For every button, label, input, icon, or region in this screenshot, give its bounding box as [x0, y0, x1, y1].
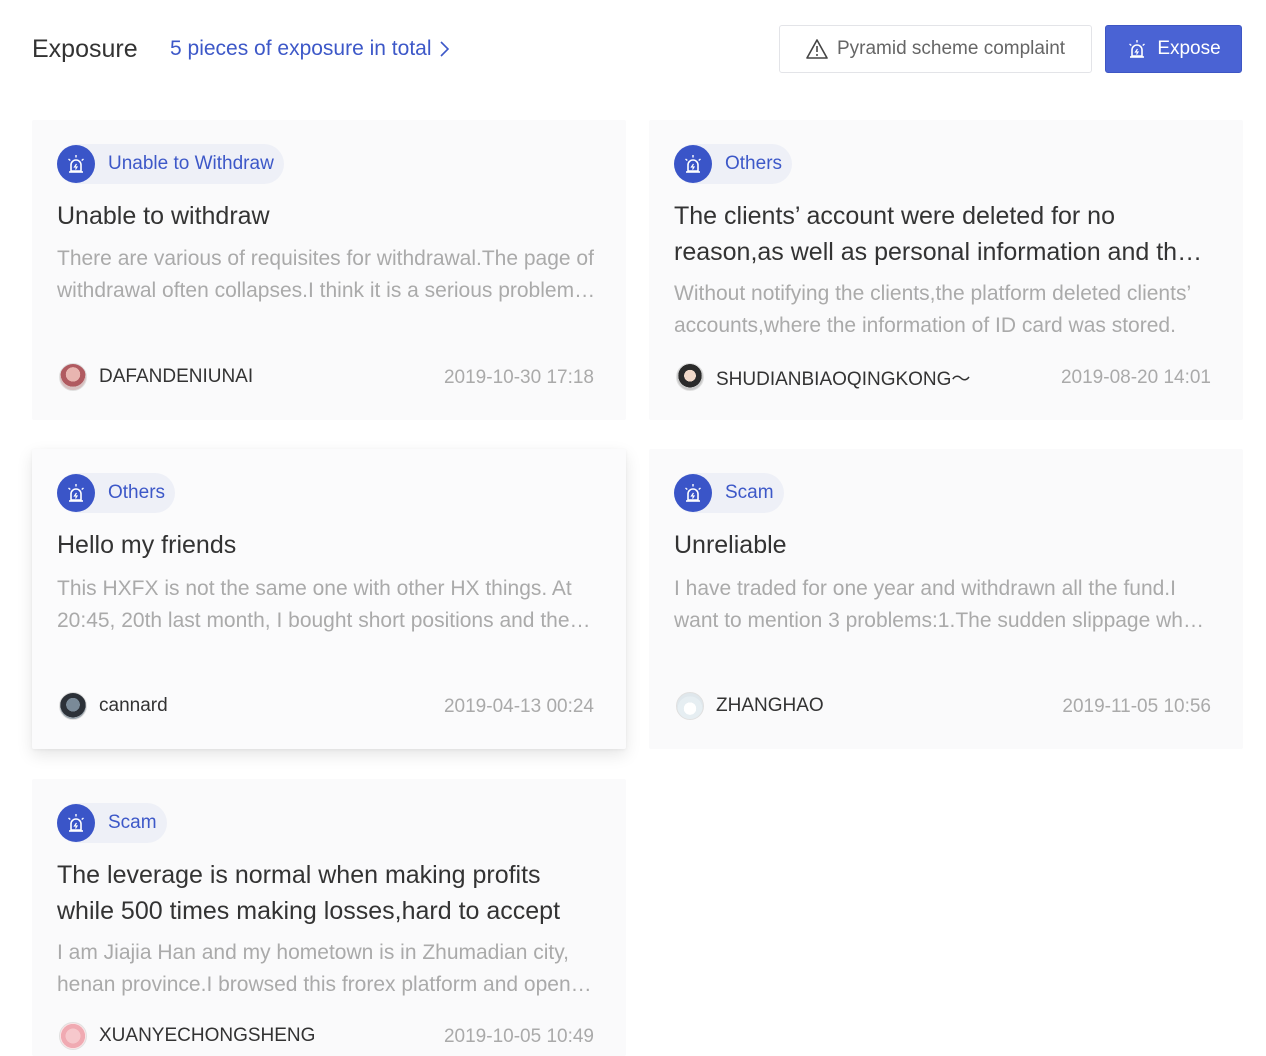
avatar[interactable] — [676, 363, 704, 391]
exposure-card[interactable]: Unable to Withdraw Unable to withdraw Th… — [32, 120, 626, 420]
expose-label: Expose — [1157, 38, 1221, 59]
siren-alarm-icon — [674, 474, 712, 512]
exposure-card[interactable]: Others Hello my friends This HXFX is not… — [32, 449, 626, 749]
pyramid-complaint-label: Pyramid scheme complaint — [836, 38, 1066, 59]
post-date: 2019-11-05 10:56 — [1062, 696, 1211, 717]
category-label: Scam — [725, 482, 774, 503]
author-name[interactable]: cannard — [99, 695, 168, 717]
category-label: Scam — [108, 812, 157, 833]
card-description: This HXFX is not the same one with other… — [57, 577, 572, 632]
siren-alarm-icon — [57, 804, 95, 842]
total-exposure-link[interactable]: 5 pieces of exposure in total — [170, 35, 450, 63]
category-tag: Others — [674, 144, 793, 184]
pyramid-complaint-button[interactable]: Pyramid scheme complaint — [779, 25, 1092, 73]
author-info[interactable]: XUANYECHONGSHENG — [59, 1022, 315, 1050]
page-header: Exposure 5 pieces of exposure in total P… — [0, 0, 1266, 100]
card-title[interactable]: The clients’ account were deleted for no… — [674, 198, 1214, 270]
author-info[interactable]: SHUDIANBIAOQINGKONG～ — [676, 363, 970, 391]
siren-alarm-icon — [57, 474, 95, 512]
warning-triangle-icon — [806, 39, 828, 59]
page-title: Exposure — [32, 35, 138, 63]
category-tag: Unable to Withdraw — [57, 144, 284, 184]
category-tag: Scam — [674, 473, 784, 513]
siren-alarm-icon — [1129, 40, 1146, 58]
card-title[interactable]: Unreliable — [674, 527, 1214, 563]
author-name[interactable]: SHUDIANBIAOQINGKONG～ — [716, 364, 970, 391]
post-date: 2019-10-05 10:49 — [443, 1026, 594, 1047]
post-date: 2019-10-30 17:18 — [443, 367, 594, 388]
author-name[interactable]: DAFANDENIUNAI — [99, 366, 253, 388]
author-info[interactable]: ZHANGHAO — [676, 692, 824, 720]
exposure-card[interactable]: Scam Unreliable I have traded for one ye… — [649, 449, 1243, 749]
exposure-card[interactable]: Scam The leverage is normal when making … — [32, 779, 626, 1056]
category-label: Others — [108, 482, 166, 503]
avatar[interactable] — [59, 1022, 87, 1050]
author-name[interactable]: XUANYECHONGSHENG — [99, 1025, 315, 1047]
avatar[interactable] — [59, 363, 87, 391]
card-description: There are various of requisites for with… — [57, 247, 594, 302]
card-description: Without notifying the clients,the platfo… — [674, 282, 1191, 337]
category-tag: Others — [57, 473, 176, 513]
card-title[interactable]: Unable to withdraw — [57, 198, 597, 234]
expose-button[interactable]: Expose — [1105, 25, 1242, 73]
avatar[interactable] — [59, 692, 87, 720]
exposure-card[interactable]: Others The clients’ account were deleted… — [649, 120, 1243, 420]
category-label: Unable to Withdraw — [108, 153, 274, 174]
total-exposure-label: 5 pieces of exposure in total — [170, 37, 432, 60]
author-name[interactable]: ZHANGHAO — [716, 695, 824, 717]
card-description: I have traded for one year and withdrawn… — [674, 577, 1207, 632]
card-description: I am Jiajia Han and my hometown is in Zh… — [57, 941, 594, 996]
author-info[interactable]: cannard — [59, 692, 168, 720]
siren-alarm-icon — [57, 145, 95, 183]
siren-alarm-icon — [674, 145, 712, 183]
card-title[interactable]: The leverage is normal when making profi… — [57, 857, 597, 929]
avatar[interactable] — [676, 692, 704, 720]
chevron-right-icon — [439, 41, 449, 57]
card-title[interactable]: Hello my friends — [57, 527, 597, 563]
post-date: 2019-04-13 00:24 — [443, 696, 594, 717]
post-date: 2019-08-20 14:01 — [1060, 367, 1211, 388]
category-label: Others — [725, 153, 783, 174]
author-info[interactable]: DAFANDENIUNAI — [59, 363, 253, 391]
category-tag: Scam — [57, 803, 167, 843]
